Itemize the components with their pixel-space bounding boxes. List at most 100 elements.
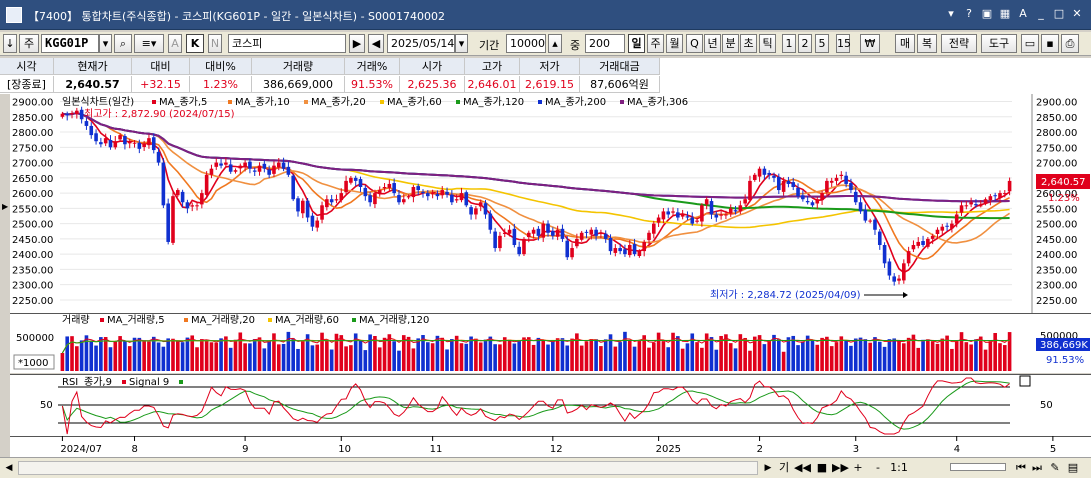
candle-body <box>695 220 699 222</box>
volume-bar <box>551 340 555 371</box>
candle-body <box>589 229 594 235</box>
volume-bar <box>310 345 315 371</box>
date-input[interactable]: 2025/05/14 <box>387 34 455 53</box>
interval-button-4[interactable]: 년 <box>704 34 721 53</box>
code-input[interactable]: KGG01P <box>41 34 99 53</box>
volume-bar <box>618 342 622 371</box>
candle-body <box>656 217 661 223</box>
volume-bar <box>637 340 642 371</box>
interval-button-1[interactable]: 주 <box>647 34 664 53</box>
window-icon[interactable]: ▣ <box>979 6 995 22</box>
interval-button-7[interactable]: 틱 <box>759 34 776 53</box>
print-icon[interactable]: ⎙ <box>1061 34 1079 53</box>
interval-button-3[interactable]: Q <box>686 34 703 53</box>
candle-body <box>906 251 911 264</box>
panel-toggle-icon[interactable] <box>1019 375 1031 387</box>
candle-body <box>262 163 267 169</box>
bottom-control-6[interactable]: 1:1 <box>888 460 910 476</box>
scroll-right-icon[interactable]: ▶ <box>762 461 774 475</box>
count-input[interactable]: 200 <box>585 34 625 53</box>
candle-body <box>709 201 714 215</box>
tools-button[interactable]: 도구 <box>981 34 1017 53</box>
date-dropdown-icon[interactable]: ▾ <box>455 34 468 53</box>
font-icon[interactable]: A <box>1015 6 1031 22</box>
code-dropdown-icon[interactable]: ▾ <box>99 34 112 53</box>
prev-icon[interactable]: ◀ <box>368 34 384 53</box>
period-stepper-icon[interactable]: ▴ <box>548 34 562 53</box>
config-icon[interactable]: ▤ <box>1066 460 1080 476</box>
interval-button-11[interactable]: 15 <box>836 34 851 53</box>
volume-bar <box>733 348 738 371</box>
candle-body <box>488 213 493 230</box>
volume-bar <box>849 345 853 371</box>
bottom-control-3[interactable]: ▶▶ <box>832 460 849 476</box>
k-button[interactable]: K <box>186 34 204 53</box>
grid-icon[interactable]: ▦ <box>997 6 1013 22</box>
currency-button[interactable]: ₩ <box>860 34 880 53</box>
candle-body <box>305 200 310 218</box>
volume-bar <box>286 331 291 371</box>
volume-bar <box>680 348 685 371</box>
interval-button-2[interactable]: 월 <box>666 34 683 53</box>
quote-label-0: 시각 <box>0 58 54 75</box>
candle-body <box>930 235 935 239</box>
last-icon[interactable]: ⏭ <box>1030 460 1044 476</box>
volume-bar <box>964 342 969 371</box>
interval-button-6[interactable]: 초 <box>740 34 757 53</box>
candle-body <box>233 170 238 172</box>
n-icon[interactable]: N <box>208 34 222 53</box>
buy-button[interactable]: 매 <box>895 34 915 53</box>
candle-body <box>897 278 901 281</box>
scroll-track[interactable] <box>18 461 758 475</box>
close-icon[interactable]: ✕ <box>1069 6 1085 22</box>
first-icon[interactable]: ⏮ <box>1014 460 1028 476</box>
candle-body <box>190 205 195 207</box>
x-label-1: 8 <box>132 444 138 455</box>
volume-bar <box>777 338 781 371</box>
volume-bar <box>94 345 98 371</box>
dropdown-arrow-icon[interactable]: ↓ <box>3 34 17 53</box>
bottom-control-5[interactable]: - <box>870 460 886 476</box>
market-type-button[interactable]: 주 <box>19 34 39 53</box>
candle-body <box>1002 193 1007 195</box>
a-icon[interactable]: A <box>168 34 182 53</box>
bottom-control-2[interactable]: ■ <box>814 460 830 476</box>
edit-icon[interactable]: ✎ <box>1048 460 1062 476</box>
volume-bar <box>238 332 243 371</box>
volume-bar <box>887 339 892 371</box>
save-icon[interactable]: ▪ <box>1041 34 1059 53</box>
bottom-control-0[interactable]: 기 <box>776 460 792 476</box>
candle-body <box>89 125 94 136</box>
rsi-chart[interactable]: RSI 종가,9 Signal 9 50 50 <box>0 374 1091 436</box>
legend-item-3: MA_종가,60 <box>387 96 442 108</box>
scroll-left-icon[interactable]: ◀ <box>3 461 15 475</box>
period-input[interactable]: 10000 <box>506 34 546 53</box>
zoom-slider[interactable] <box>950 463 1006 471</box>
copy-button[interactable]: 복 <box>917 34 937 53</box>
candle-body <box>772 175 776 178</box>
search-icon[interactable]: ⌕ <box>114 34 132 53</box>
left-scroll-arrow-icon[interactable]: ▶ <box>2 202 9 211</box>
list-icon[interactable]: ≡▾ <box>134 34 164 53</box>
price-chart[interactable]: ▶ 2900.00 2900.00 2850.00 2850.00 2800.00 280… <box>0 94 1091 313</box>
volume-chart[interactable]: 거래량 MA_거래량,5 MA_거래량,20 MA_거래량,60 MA_거래량,120… <box>0 313 1091 373</box>
maximize-icon[interactable]: □ <box>1051 6 1067 22</box>
pin-icon[interactable]: ▾ <box>943 6 959 22</box>
bottom-control-1[interactable]: ◀◀ <box>794 460 811 476</box>
candle-body <box>877 231 882 245</box>
candle-body <box>397 194 401 203</box>
next-icon[interactable]: ▶ <box>349 34 365 53</box>
interval-button-0[interactable]: 일 <box>628 34 645 53</box>
interval-button-8[interactable]: 1 <box>782 34 796 53</box>
candle-body <box>978 205 983 207</box>
interval-button-5[interactable]: 분 <box>722 34 739 53</box>
strategy-button[interactable]: 전략 <box>941 34 977 53</box>
folder-icon[interactable]: ▭ <box>1021 34 1039 53</box>
interval-button-9[interactable]: 2 <box>798 34 812 53</box>
minimize-icon[interactable]: _ <box>1033 6 1049 22</box>
y-tick-right: 2800.00 <box>1036 128 1077 139</box>
interval-button-10[interactable]: 5 <box>815 34 829 53</box>
help-icon[interactable]: ? <box>961 6 977 22</box>
candle-body <box>248 161 252 169</box>
bottom-control-4[interactable]: + <box>850 460 866 476</box>
